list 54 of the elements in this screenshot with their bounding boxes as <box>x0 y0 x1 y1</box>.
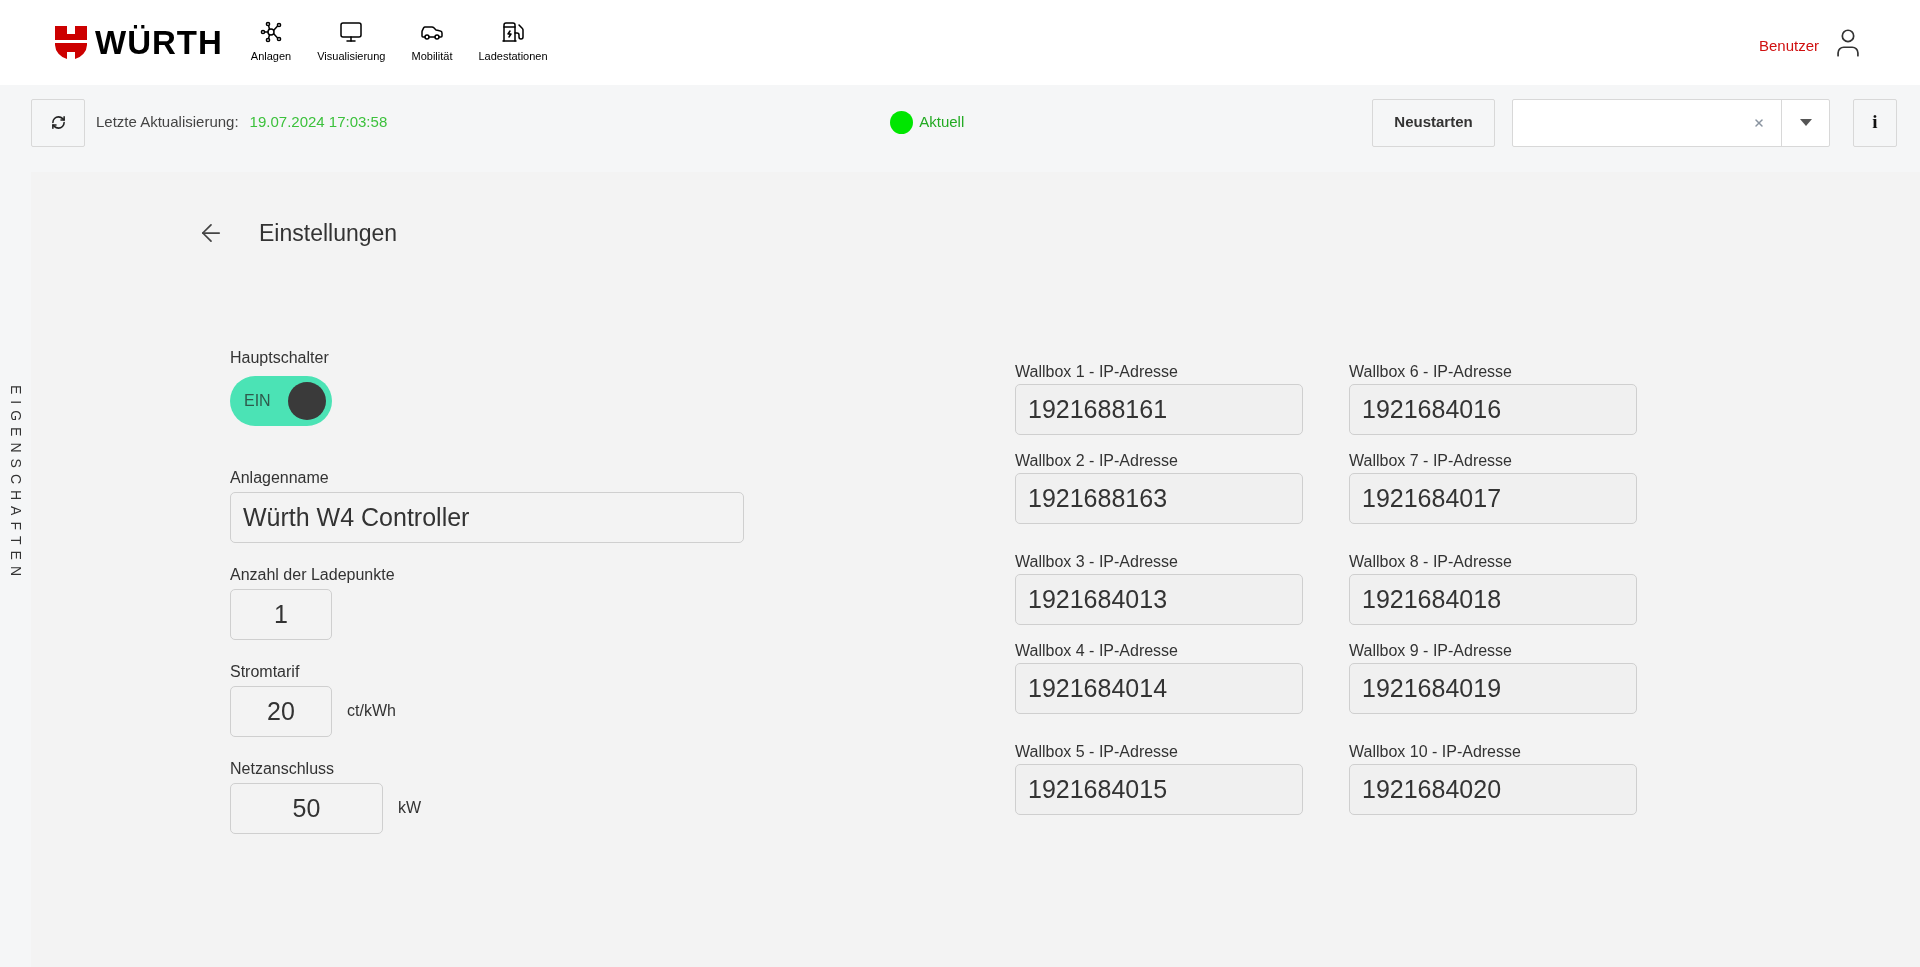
input-field[interactable]: 1921688161 <box>1015 383 1303 435</box>
restart-button[interactable]: Neustarten <box>1372 98 1495 147</box>
field-label: Wallbox 10 - IP-Adresse <box>1349 741 1522 762</box>
monitor-icon <box>339 20 364 45</box>
field-label: Wallbox 5 - IP-Adresse <box>1015 741 1179 762</box>
last-update-time: 19.07.2024 17:03:58 <box>249 112 388 133</box>
input-field[interactable]: 1 <box>230 588 332 640</box>
clear-icon[interactable] <box>1753 116 1765 129</box>
nav-link[interactable]: Visualisierung <box>317 20 386 65</box>
input-field[interactable]: 20 <box>230 685 332 737</box>
field-label: Hauptschalter <box>230 347 330 368</box>
field-label: Wallbox 2 - IP-Adresse <box>1015 450 1179 471</box>
field-label: Stromtarif <box>230 661 301 682</box>
select-field[interactable] <box>1512 98 1830 147</box>
refresh-icon <box>50 115 66 130</box>
charging-station-icon <box>501 20 525 45</box>
field-label: Wallbox 3 - IP-Adresse <box>1015 551 1179 572</box>
side-tab[interactable]: EIGENSCHAFTEN <box>5 385 26 582</box>
nav-link[interactable]: Anlagen <box>250 20 292 65</box>
field-label: Wallbox 8 - IP-Adresse <box>1349 551 1513 572</box>
field-label: Wallbox 9 - IP-Adresse <box>1349 640 1513 661</box>
input-field[interactable]: 1921684016 <box>1349 383 1637 435</box>
input-field[interactable]: Würth W4 Controller <box>230 491 744 543</box>
last-update-label: Letzte Aktualisierung: <box>96 112 239 133</box>
input-field[interactable]: 1921684013 <box>1015 573 1303 625</box>
network-icon <box>259 20 283 45</box>
field-label: Anzahl der Ladepunkte <box>230 564 396 585</box>
input-field[interactable]: 1921684019 <box>1349 662 1637 714</box>
logo-text: WÜRTH <box>95 22 223 63</box>
field-label: Wallbox 6 - IP-Adresse <box>1349 361 1513 382</box>
status-text: Aktuell <box>919 112 965 133</box>
input-field[interactable]: 1921688163 <box>1015 472 1303 524</box>
input-field[interactable]: 1921684017 <box>1349 472 1637 524</box>
field-label: Anlagenname <box>230 467 330 488</box>
logo-icon <box>55 25 87 60</box>
field-label: Wallbox 4 - IP-Adresse <box>1015 640 1179 661</box>
input-field[interactable]: 1921684018 <box>1349 573 1637 625</box>
user-link[interactable]: Benutzer <box>1758 35 1819 58</box>
info-button[interactable]: i <box>1853 98 1897 147</box>
field-label: Wallbox 7 - IP-Adresse <box>1349 450 1513 471</box>
unit-label: kW <box>398 798 422 818</box>
field-label: Netzanschluss <box>230 758 336 779</box>
unit-label: ct/kWh <box>347 701 396 721</box>
field-label: Wallbox 1 - IP-Adresse <box>1015 361 1179 382</box>
caret-icon[interactable] <box>1799 119 1812 126</box>
toggle-switch[interactable]: EIN <box>230 375 332 426</box>
refresh-button[interactable] <box>31 98 85 147</box>
input-field[interactable]: 50 <box>230 782 383 834</box>
nav-link[interactable]: Mobilität <box>411 20 453 65</box>
nav-link[interactable]: Ladestationen <box>478 20 548 65</box>
page-title: Einstellungen <box>259 219 398 248</box>
input-field[interactable]: 1921684020 <box>1349 763 1637 815</box>
input-field[interactable]: 1921684015 <box>1015 763 1303 815</box>
input-field[interactable]: 1921684014 <box>1015 662 1303 714</box>
